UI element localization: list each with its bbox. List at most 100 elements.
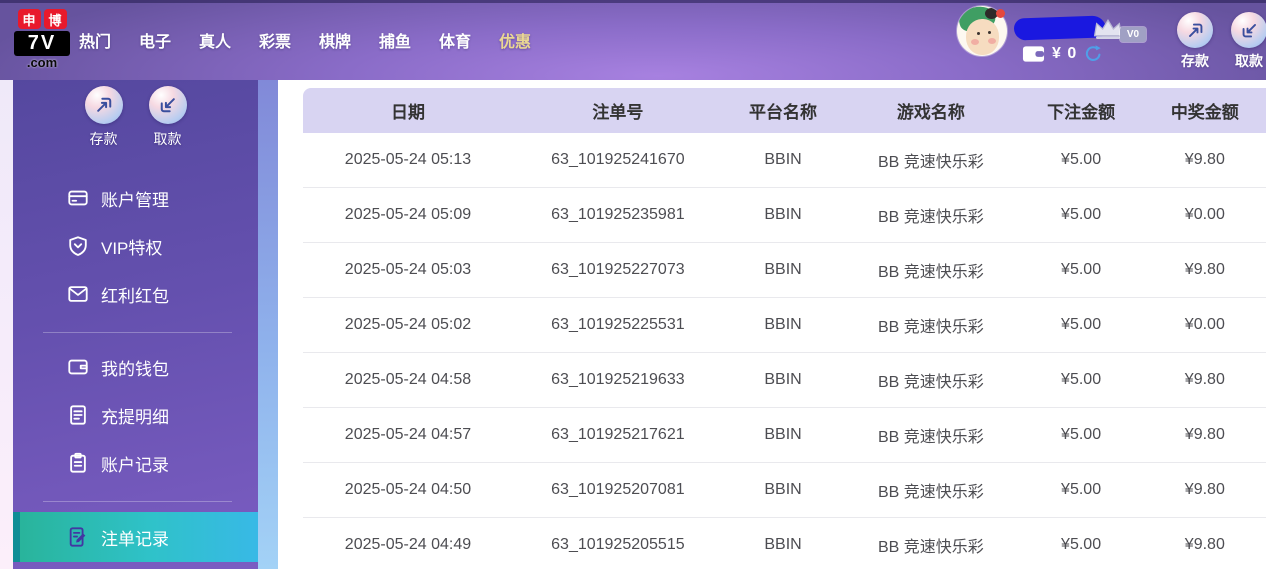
deposit-arrow-icon [1177, 12, 1213, 48]
sidebar: 存款 取款 账户管理 VIP特权红利红包我的钱包 充提明细 账户记录注单记录 [13, 80, 258, 569]
withdraw-button[interactable]: 取款 [1227, 12, 1266, 71]
table-cell: 2025-05-24 04:49 [344, 536, 472, 553]
balance-row: ¥ 0 [1022, 44, 1103, 63]
withdraw-label: 取款 [1235, 53, 1263, 69]
sidebar-item-账户记录[interactable]: 账户记录 [13, 439, 258, 487]
bet-records-table: 日期 注单号 平台名称 游戏名称 下注金额 中奖金额 2025-05-24 05:13 63… [303, 88, 1266, 569]
logo-suffix: .com [26, 55, 58, 70]
refresh-balance-icon[interactable] [1084, 44, 1103, 63]
table-cell: BBIN [764, 151, 802, 168]
table-cell: BBIN [764, 316, 802, 333]
sidebar-withdraw-label: 取款 [153, 131, 182, 147]
column-header: 日期 [390, 103, 425, 122]
nav-item-真人[interactable]: 真人 [185, 28, 245, 52]
table-row: 2025-05-24 05:03 63_101925227073 BBIN BB 竞速… [303, 243, 1266, 298]
page: 申 博 7V .com 热门 电子 真人 彩票 棋牌 捕鱼 体育 优惠 V0 ¥… [0, 0, 1266, 569]
column-header: 注单号 [592, 103, 644, 122]
table-cell: ¥5.00 [1061, 316, 1102, 333]
table-cell: ¥5.00 [1061, 261, 1102, 278]
sidebar-item-label: VIP特权 [101, 238, 163, 258]
table-cell: 2025-05-24 05:09 [344, 206, 472, 223]
document-icon [67, 404, 89, 426]
vip-level-label: V0 [1120, 27, 1146, 42]
table-cell: BBIN [764, 371, 802, 388]
sidebar-item-我的钱包[interactable]: 我的钱包 [13, 343, 258, 391]
sidebar-withdraw-button[interactable]: 取款 [144, 86, 192, 149]
withdraw-arrow-icon [1231, 12, 1266, 48]
table-cell: 63_101925219633 [551, 371, 685, 388]
table-cell: ¥5.00 [1061, 206, 1102, 223]
sidebar-item-注单记录[interactable]: 注单记录 [13, 512, 258, 562]
table-cell: BBIN [764, 536, 802, 553]
wallet-icon [67, 356, 89, 378]
table-cell: 2025-05-24 05:13 [344, 151, 472, 168]
table-cell: ¥5.00 [1061, 151, 1102, 168]
table-cell: 63_101925227073 [551, 261, 685, 278]
notification-dot [996, 9, 1005, 18]
sidebar-edge-glow [258, 80, 278, 569]
sidebar-item-label: 注单记录 [101, 529, 169, 549]
logo-badge-left: 申 [17, 9, 41, 29]
column-header: 游戏名称 [896, 103, 965, 122]
table-cell: BB 竞速快乐彩 [877, 484, 984, 501]
sidebar-deposit-button[interactable]: 存款 [80, 86, 128, 149]
sidebar-item-充提明细[interactable]: 充提明细 [13, 391, 258, 439]
table-cell: ¥5.00 [1061, 536, 1102, 553]
nav-item-优惠[interactable]: 优惠 [485, 28, 545, 52]
table-cell: ¥9.80 [1184, 151, 1225, 168]
deposit-button[interactable]: 存款 [1173, 12, 1217, 71]
column-header: 下注金额 [1047, 103, 1116, 122]
sidebar-deposit-label: 存款 [89, 131, 118, 147]
table-cell: 63_101925225531 [551, 316, 685, 333]
nav-item-热门[interactable]: 热门 [65, 28, 125, 52]
nav-item-捕鱼[interactable]: 捕鱼 [365, 28, 425, 52]
wallet-icon [1022, 45, 1045, 62]
table-cell: ¥9.80 [1184, 536, 1225, 553]
table-cell: BB 竞速快乐彩 [877, 539, 984, 556]
table-cell: ¥0.00 [1184, 316, 1225, 333]
nav-item-体育[interactable]: 体育 [425, 28, 485, 52]
table-row: 2025-05-24 04:50 63_101925207081 BBIN BB 竞速… [303, 463, 1266, 518]
nav-item-彩票[interactable]: 彩票 [245, 28, 305, 52]
table-header-row: 日期 注单号 平台名称 游戏名称 下注金额 中奖金额 [303, 88, 1266, 133]
sidebar-group: 注单记录 [13, 512, 258, 562]
table-cell: BB 竞速快乐彩 [877, 319, 984, 336]
table-cell: 2025-05-24 05:02 [344, 316, 472, 333]
table-cell: 2025-05-24 04:50 [344, 481, 472, 498]
deposit-arrow-icon [84, 86, 123, 124]
envelope-icon [67, 283, 89, 305]
sidebar-item-红利红包[interactable]: 红利红包 [13, 270, 258, 318]
column-header: 中奖金额 [1170, 103, 1239, 122]
balance-amount: ¥ 0 [1052, 44, 1078, 62]
sidebar-quick-actions: 存款 取款 [13, 80, 258, 149]
nav-item-电子[interactable]: 电子 [125, 28, 185, 52]
site-logo[interactable]: 申 博 7V .com [14, 9, 70, 70]
table-cell: BBIN [764, 261, 802, 278]
table-cell: 63_101925217621 [551, 426, 685, 443]
logo-badge-right: 博 [43, 9, 67, 29]
nav-item-棋牌[interactable]: 棋牌 [305, 28, 365, 52]
table-cell: ¥5.00 [1061, 371, 1102, 388]
sidebar-item-账户管理[interactable]: 账户管理 [13, 174, 258, 222]
sidebar-group: 我的钱包 充提明细 账户记录 [13, 343, 258, 487]
card-icon [67, 187, 89, 209]
table-cell: BB 竞速快乐彩 [877, 209, 984, 226]
main-nav: 热门 电子 真人 彩票 棋牌 捕鱼 体育 优惠 [65, 0, 545, 80]
logo-badges: 申 博 [14, 9, 70, 29]
table-cell: 63_101925205515 [551, 536, 685, 553]
withdraw-arrow-icon [148, 86, 187, 124]
table-cell: BBIN [764, 481, 802, 498]
page-left-margin [0, 80, 13, 569]
table-cell: 63_101925235981 [551, 206, 685, 223]
table-cell: ¥5.00 [1061, 481, 1102, 498]
sidebar-divider [43, 332, 232, 333]
sidebar-item-VIP特权[interactable]: VIP特权 [13, 222, 258, 270]
sidebar-divider [43, 501, 232, 502]
sidebar-item-label: 红利红包 [101, 286, 169, 306]
main-content: 日期 注单号 平台名称 游戏名称 下注金额 中奖金额 2025-05-24 05:13 63… [278, 80, 1266, 569]
table-cell: BBIN [764, 426, 802, 443]
table-cell: 63_101925207081 [551, 481, 685, 498]
sidebar-group: 账户管理 VIP特权红利红包 [13, 174, 258, 318]
bet-record-icon [67, 526, 89, 548]
topbar: 申 博 7V .com 热门 电子 真人 彩票 棋牌 捕鱼 体育 优惠 V0 ¥… [0, 0, 1266, 80]
